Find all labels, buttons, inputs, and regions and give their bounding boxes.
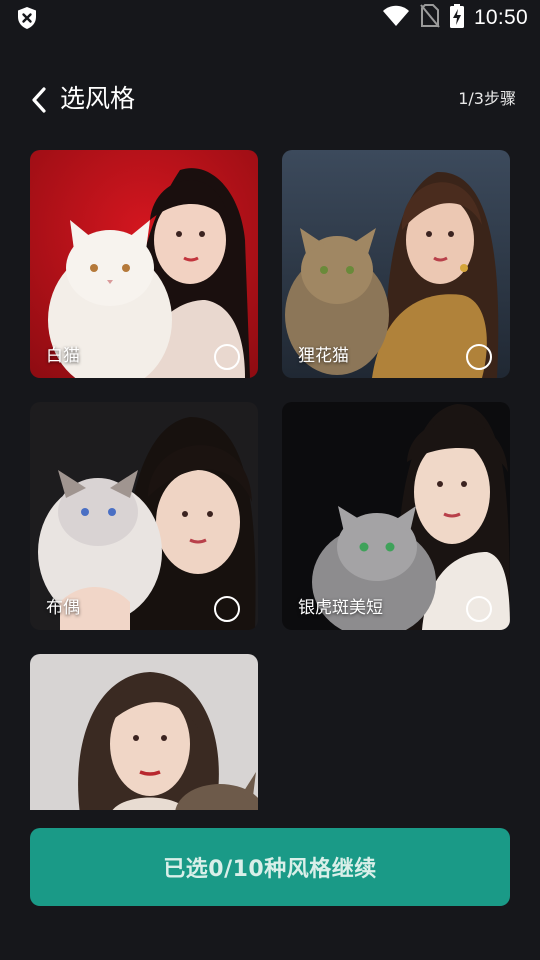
- select-checkbox[interactable]: [466, 596, 492, 622]
- no-sim-icon: [420, 4, 440, 32]
- style-card-ragdoll[interactable]: 布偶: [30, 402, 258, 630]
- continue-button[interactable]: 已选0/10种风格继续: [30, 828, 510, 906]
- style-card-silver-tabby[interactable]: 银虎斑美短: [282, 402, 510, 630]
- style-preview-image: [30, 654, 258, 810]
- style-card-white-cat[interactable]: 白猫: [30, 150, 258, 378]
- select-checkbox[interactable]: [214, 344, 240, 370]
- shield-x-icon: [16, 6, 38, 30]
- header: 选风格 1/3步骤: [0, 78, 540, 122]
- step-indicator: 1/3步骤: [458, 89, 516, 108]
- back-button[interactable]: [30, 84, 56, 116]
- select-checkbox[interactable]: [214, 596, 240, 622]
- style-card-label: 狸花猫: [298, 346, 349, 366]
- style-card-tabby-cat[interactable]: 狸花猫: [282, 150, 510, 378]
- status-bar: 10:50: [0, 0, 540, 36]
- chevron-left-icon: [32, 87, 46, 113]
- battery-charging-icon: [449, 4, 464, 32]
- select-checkbox[interactable]: [466, 344, 492, 370]
- style-grid: 白猫 狸花猫 布偶 银虎斑美短: [0, 150, 540, 810]
- page-title: 选风格: [60, 84, 136, 113]
- clock: 10:50: [473, 6, 528, 29]
- style-card-label: 银虎斑美短: [298, 598, 383, 618]
- style-card-label: 布偶: [46, 598, 80, 618]
- style-card-label: 白猫: [46, 346, 80, 366]
- style-card-fifth[interactable]: [30, 654, 258, 810]
- wifi-icon: [382, 5, 410, 31]
